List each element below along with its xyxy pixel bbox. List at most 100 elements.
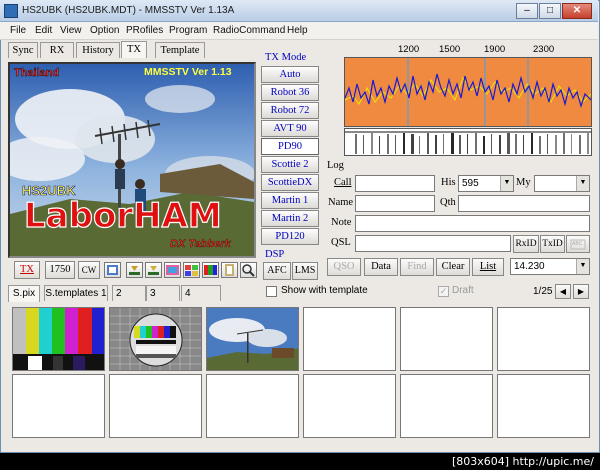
thumbnail-empty[interactable] [206,374,299,438]
abc-stamp-icon[interactable]: ABC [566,235,590,253]
clear-button[interactable]: Clear [436,258,470,276]
frequency-dropdown-icon[interactable]: ▼ [576,259,589,274]
tick-1900: 1900 [484,44,506,55]
maximize-button[interactable]: □ [539,3,561,19]
tab-sync[interactable]: Sync [8,42,38,58]
my-dropdown-icon[interactable]: ▼ [576,176,589,191]
qso-button[interactable]: QSO [327,258,361,276]
data-button[interactable]: Data [364,258,398,276]
menu-program[interactable]: Program [169,25,207,36]
minimize-button[interactable]: – [516,3,538,19]
prev-page-button[interactable]: ◀ [555,284,571,299]
name-field[interactable] [355,195,435,212]
clipboard-icon[interactable] [104,262,121,278]
tab-stemplates-3[interactable]: 3 [146,285,180,301]
tab-rx[interactable]: RX [40,42,74,58]
title-bar: HS2UBK (HS2UBK.MDT) - MMSSTV Ver 1.13A –… [0,0,598,22]
thumbnail-empty[interactable] [109,374,202,438]
menu-edit[interactable]: Edit [35,25,52,36]
thumbnail-empty[interactable] [497,307,590,371]
thumbnail-empty[interactable] [400,307,493,371]
txid-button[interactable]: TxID [540,235,565,253]
cw-button[interactable]: CW [78,261,100,279]
frequency-select[interactable]: 14.230 ▼ [510,258,590,275]
note-field[interactable] [355,215,590,232]
app-icon [4,4,18,18]
find-button[interactable]: Find [400,258,434,276]
mode-robot72[interactable]: Robot 72 [261,102,319,119]
tab-spix[interactable]: S.pix [8,285,40,302]
mode-martin1[interactable]: Martin 1 [261,192,319,209]
mode-martin2[interactable]: Martin 2 [261,210,319,227]
list-button[interactable]: List [472,258,504,276]
thumbnail-empty[interactable] [12,374,105,438]
thumbnail-empty[interactable] [497,374,590,438]
name-label: Name [328,197,354,208]
color-bars-image [13,308,104,370]
menu-bar: File Edit View Option PRofiles Program R… [0,22,598,40]
mode-scottie2[interactable]: Scottie 2 [261,156,319,173]
image-grid-icon[interactable] [183,262,200,278]
qsl-field[interactable] [355,235,511,252]
clipboard-copy-icon[interactable] [221,262,238,278]
qsl-label: QSL [331,237,351,248]
show-with-template-checkbox[interactable] [266,286,277,297]
tab-stemplates-1[interactable]: S.templates 1 [44,285,108,301]
mode-avt90[interactable]: AVT 90 [261,120,319,137]
his-field[interactable]: 595 ▼ [458,175,514,192]
menu-help[interactable]: Help [287,25,308,36]
tx-picture-image: Thailand MMSSTV Ver 1.13 HS2UBK LaborHAM… [10,64,254,256]
mode-pd90[interactable]: PD90 [261,138,319,155]
call-field[interactable] [355,175,435,192]
menu-radiocommand[interactable]: RadioCommand [213,25,285,36]
download-alt-icon[interactable] [145,262,162,278]
tx-button[interactable]: TX [14,261,40,279]
thumbnail-test-pattern[interactable] [109,307,202,371]
download-icon[interactable] [126,262,143,278]
menu-profiles[interactable]: PRofiles [126,25,163,36]
tab-tx[interactable]: TX [121,41,147,58]
mode-robot36[interactable]: Robot 36 [261,84,319,101]
thumbnail-photo[interactable] [206,307,299,371]
mode-scottiedx[interactable]: ScottieDX [261,174,319,191]
close-button[interactable]: ✕ [562,3,592,19]
magnifier-icon[interactable] [240,262,257,278]
menu-option[interactable]: Option [90,25,119,36]
qth-field[interactable] [458,195,590,212]
window-title: HS2UBK (HS2UBK.MDT) - MMSSTV Ver 1.13A [22,5,235,16]
my-field[interactable]: ▼ [534,175,590,192]
tick-1200: 1200 [398,44,420,55]
rxid-button[interactable]: RxID [513,235,539,253]
draft-checkbox[interactable]: ✓ [438,286,449,297]
show-with-template-label: Show with template [281,285,368,296]
mode-pd120[interactable]: PD120 [261,228,319,245]
thumbnail-empty[interactable] [400,374,493,438]
thumbnail-grid [8,303,590,442]
his-dropdown-icon[interactable]: ▼ [500,176,513,191]
photo-thumbnail-image [207,308,298,370]
afc-button[interactable]: AFC [263,262,291,280]
tab-history[interactable]: History [76,42,120,58]
next-page-button[interactable]: ▶ [573,284,589,299]
thumbnail-color-bars[interactable] [12,307,105,371]
thumbnail-empty[interactable] [303,307,396,371]
main-text: LaborHAM [24,196,222,236]
waterfall-display [344,128,592,156]
tab-template[interactable]: Template [155,42,205,58]
color-bars-icon[interactable] [202,262,219,278]
tx-picture[interactable]: Thailand MMSSTV Ver 1.13 HS2UBK LaborHAM… [8,62,256,258]
tone-freq-button[interactable]: 1750 [45,261,75,279]
his-label: His [441,177,456,188]
menu-view[interactable]: View [60,25,82,36]
menu-file[interactable]: File [10,25,26,36]
thumbnail-empty[interactable] [303,374,396,438]
image-gallery-icon[interactable] [164,262,181,278]
mode-auto[interactable]: Auto [261,66,319,83]
tx-mode-title: TX Mode [265,52,307,63]
page-indicator: 1/25 [533,286,553,297]
tab-stemplates-4[interactable]: 4 [181,285,221,301]
tab-stemplates-2[interactable]: 2 [112,285,146,301]
svg-text:ABC: ABC [572,241,583,247]
lms-button[interactable]: LMS [292,262,318,280]
note-label: Note [331,217,352,228]
